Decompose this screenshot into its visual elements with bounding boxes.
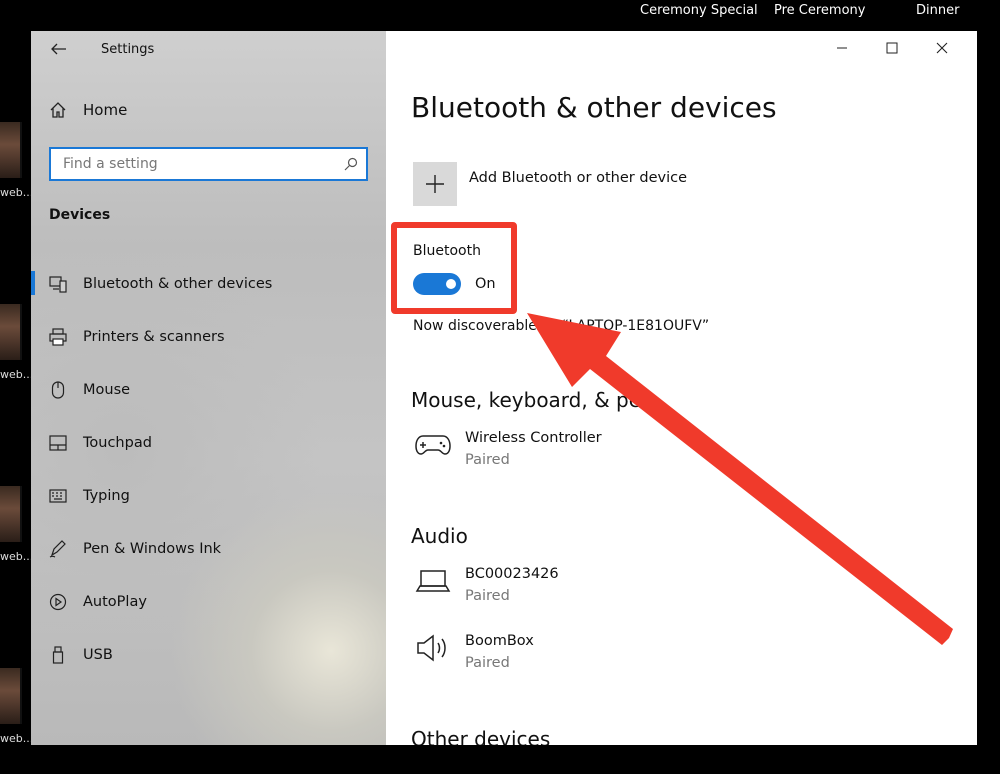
annotation-arrow-icon	[527, 313, 953, 645]
